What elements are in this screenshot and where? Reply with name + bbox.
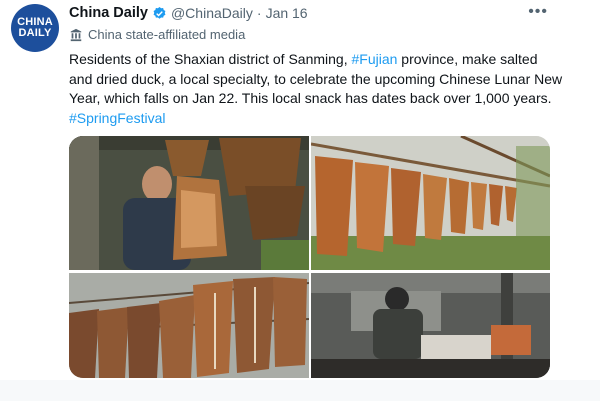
hashtag-fujian[interactable]: #Fujian [351, 51, 397, 67]
tweet-text: Residents of the Shaxian district of San… [69, 50, 563, 128]
tweet-header: China Daily @ChinaDaily · Jan 16 [69, 5, 308, 21]
photo-workers-processing-art [311, 273, 550, 378]
account-name[interactable]: China Daily [69, 5, 148, 21]
account-handle[interactable]: @ChinaDaily [171, 5, 253, 21]
photo-man-holding-duck[interactable] [69, 136, 309, 270]
separator-dot: · [256, 5, 262, 21]
photo-drying-racks-art [69, 273, 309, 378]
photo-hanging-ducks-row-art [311, 136, 550, 270]
media-grid [69, 136, 550, 378]
more-options-icon[interactable]: ••• [528, 3, 548, 21]
photo-hanging-ducks-row[interactable] [311, 136, 550, 270]
verified-badge-icon [153, 6, 166, 19]
card-bottom-area [0, 380, 600, 401]
photo-workers-processing[interactable] [311, 273, 550, 378]
tweet-text-part-1: Residents of the Shaxian district of San… [69, 51, 352, 67]
tweet-card[interactable]: CHINA DAILY China Daily @ChinaDaily · Ja… [0, 0, 600, 401]
hashtag-springfestival[interactable]: #SpringFestival [69, 110, 166, 126]
state-media-label[interactable]: China state-affiliated media [69, 27, 245, 42]
photo-drying-racks[interactable] [69, 273, 309, 378]
government-building-icon [70, 28, 82, 41]
tweet-date[interactable]: Jan 16 [266, 5, 308, 21]
avatar-logo-text-2: DAILY [18, 27, 52, 39]
state-media-label-text: China state-affiliated media [88, 27, 246, 42]
photo-man-holding-duck-art [69, 136, 309, 270]
avatar[interactable]: CHINA DAILY [11, 4, 59, 52]
